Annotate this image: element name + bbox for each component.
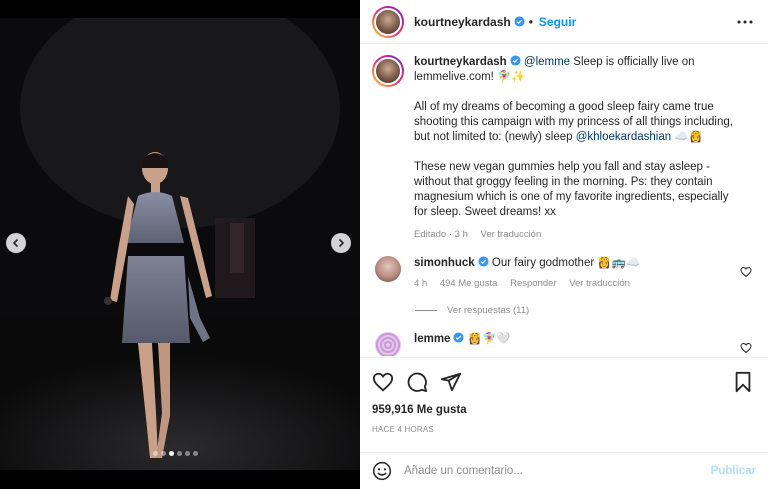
heart-icon[interactable] bbox=[740, 342, 752, 354]
heart-icon[interactable] bbox=[740, 266, 752, 278]
comment-username[interactable]: simonhuck bbox=[414, 257, 475, 269]
comment-item: lemme 👸🧚‍♀️🤍 bbox=[372, 332, 754, 356]
carousel-dot bbox=[153, 451, 158, 456]
avatar[interactable] bbox=[375, 332, 401, 356]
carousel-dot bbox=[169, 451, 174, 456]
comment-username[interactable]: lemme bbox=[414, 333, 450, 345]
heart-icon[interactable] bbox=[372, 371, 394, 393]
caption-paragraph-2-end: ☁️👸 bbox=[671, 131, 703, 143]
paper-plane-icon[interactable] bbox=[440, 371, 462, 393]
more-horizontal-icon[interactable] bbox=[736, 13, 754, 31]
divider bbox=[415, 310, 437, 311]
comment-item: simonhuck Our fairy godmother 👸🚌☁️ 4 h 4… bbox=[372, 256, 754, 289]
bookmark-icon[interactable] bbox=[732, 371, 754, 393]
carousel-dot bbox=[193, 451, 198, 456]
mention-link[interactable]: @khloekardashian bbox=[576, 131, 671, 143]
comment-text: Our fairy godmother 👸🚌☁️ bbox=[488, 257, 641, 269]
next-photo-button[interactable] bbox=[331, 233, 351, 253]
post-sidebar: kourtneykardash • Seguir kourtneykardash… bbox=[360, 0, 768, 489]
verified-badge-icon bbox=[478, 256, 489, 267]
comment-time: 4 h bbox=[414, 278, 428, 289]
post-photo bbox=[0, 18, 360, 470]
separator: • bbox=[528, 14, 533, 29]
comment-text: 👸🧚‍♀️🤍 bbox=[464, 333, 511, 345]
avatar[interactable] bbox=[372, 55, 404, 87]
previous-photo-button[interactable] bbox=[6, 233, 26, 253]
post-media bbox=[0, 0, 360, 489]
avatar[interactable] bbox=[372, 5, 404, 38]
caption-paragraph-3: These new vegan gummies help you fall an… bbox=[414, 161, 729, 218]
post-header: kourtneykardash • Seguir bbox=[360, 0, 768, 44]
verified-badge-icon bbox=[510, 55, 521, 66]
view-replies-button[interactable]: Ver respuestas (11) bbox=[415, 305, 754, 316]
follow-button[interactable]: Seguir bbox=[539, 15, 576, 29]
see-translation-link[interactable]: Ver traducción bbox=[569, 278, 630, 289]
verified-badge-icon bbox=[453, 332, 464, 343]
post-actions: 959,916 Me gusta HACE 4 HORAS bbox=[360, 357, 768, 434]
caption-meta: Editado · 3 h Ver traducción bbox=[414, 227, 744, 242]
carousel-indicator bbox=[153, 451, 198, 456]
comment-meta: 4 h 494 Me gusta Responder Ver traducció… bbox=[414, 278, 734, 289]
edited-label: Editado · 3 h bbox=[414, 229, 468, 240]
caption-text: kourtneykardash @lemme Sleep is official… bbox=[414, 55, 744, 242]
comment-likes[interactable]: 494 Me gusta bbox=[440, 278, 498, 289]
likes-count[interactable]: 959,916 Me gusta bbox=[372, 404, 754, 416]
caption-username[interactable]: kourtneykardash bbox=[414, 56, 507, 68]
view-replies-label: Ver respuestas (11) bbox=[447, 305, 530, 316]
verified-badge-icon bbox=[514, 16, 525, 27]
caption: kourtneykardash @lemme Sleep is official… bbox=[372, 55, 754, 242]
publish-button[interactable]: Publicar bbox=[711, 465, 756, 477]
mention-link[interactable]: @lemme bbox=[524, 56, 570, 68]
carousel-dot bbox=[177, 451, 182, 456]
comments-section[interactable]: kourtneykardash @lemme Sleep is official… bbox=[360, 45, 768, 356]
avatar[interactable] bbox=[375, 256, 401, 282]
smiley-icon[interactable] bbox=[372, 461, 392, 481]
carousel-dot bbox=[185, 451, 190, 456]
see-translation-link[interactable]: Ver traducción bbox=[481, 229, 542, 240]
comment-input[interactable] bbox=[404, 465, 694, 477]
comment-icon[interactable] bbox=[406, 371, 428, 393]
header-username[interactable]: kourtneykardash bbox=[414, 15, 511, 29]
comment-composer: Publicar bbox=[360, 452, 768, 489]
reply-button[interactable]: Responder bbox=[510, 278, 556, 289]
photo-illustration bbox=[0, 18, 360, 470]
chevron-left-icon bbox=[12, 238, 19, 248]
chevron-right-icon bbox=[338, 238, 345, 248]
carousel-dot bbox=[161, 451, 166, 456]
post-timestamp: HACE 4 HORAS bbox=[372, 425, 434, 434]
